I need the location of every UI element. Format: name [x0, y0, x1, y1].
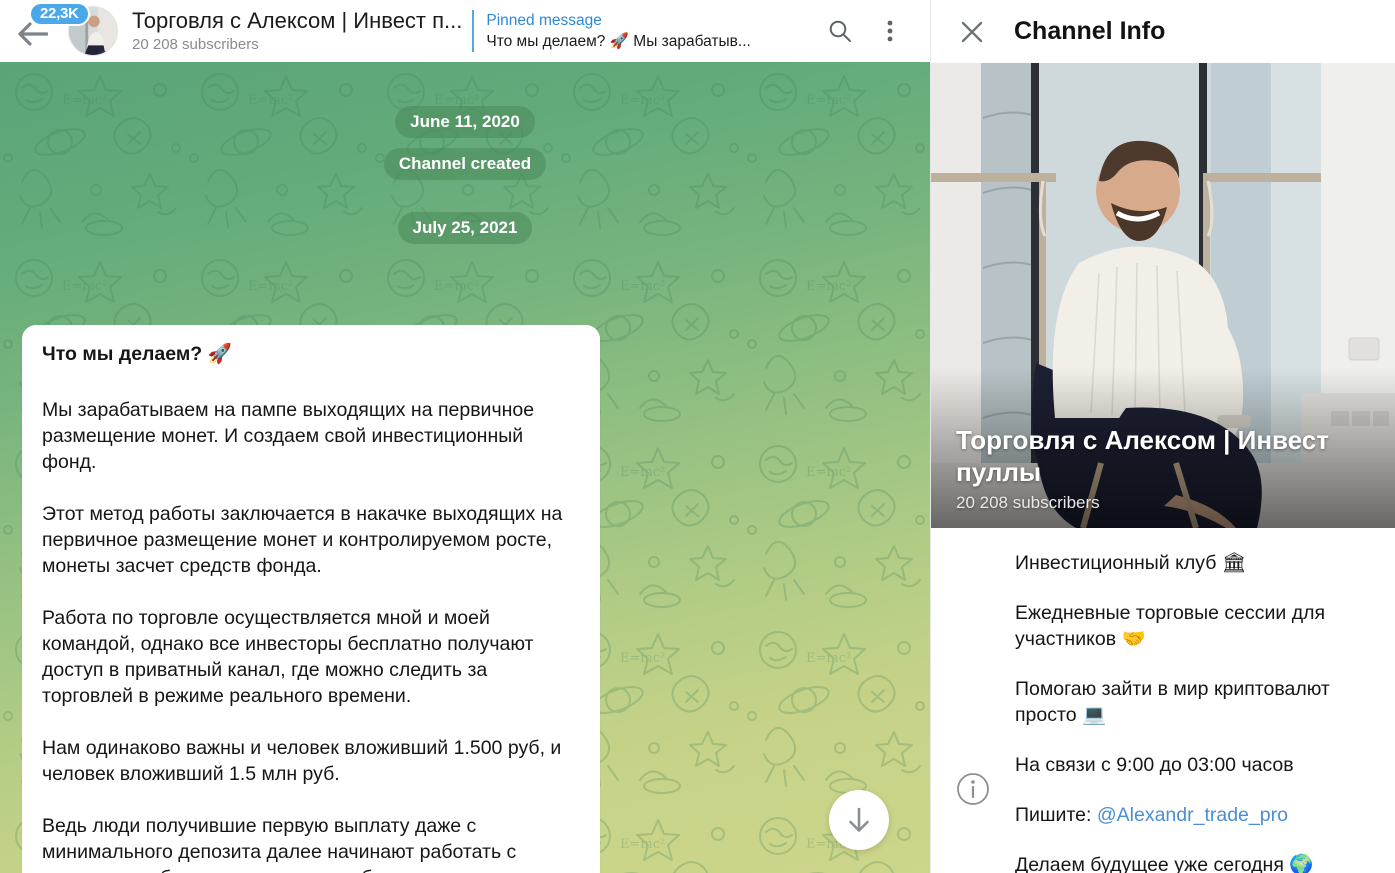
channel-description[interactable]: Инвестиционный клуб 🏛 Ежедневные торговы…: [1015, 550, 1375, 873]
cover-subscriber-count: 20 208 subscribers: [956, 493, 1100, 512]
chat-column: 22,3K Торговля с Алексом | Инвест п... 2…: [0, 0, 930, 873]
channel-cover-photo[interactable]: Торговля с Алексом | Инвест пуллы 20 208…: [931, 63, 1395, 528]
service-message-stack: June 11, 2020 Channel created July 25, 2…: [0, 106, 930, 244]
description-line: Инвестиционный клуб 🏛: [1015, 552, 1247, 574]
chat-title-block[interactable]: Торговля с Алексом | Инвест п... 20 208 …: [132, 8, 462, 55]
chat-message-area[interactable]: E=mc² June 11, 2020 Channel created July…: [0, 62, 930, 873]
message-heading: Что мы делаем? 🚀: [42, 343, 232, 365]
search-button[interactable]: [824, 15, 856, 47]
channel-about-section: Инвестиционный клуб 🏛 Ежедневные торговы…: [931, 528, 1395, 873]
page-title: Торговля с Алексом | Инвест п...: [132, 7, 463, 33]
arrow-down-icon: [849, 807, 869, 832]
cover-caption: Торговля с Алексом | Инвест пуллы 20 208…: [956, 424, 1374, 514]
description-line: Помогаю зайти в мир криптовалют просто 💻: [1015, 678, 1330, 726]
close-panel-button[interactable]: [956, 16, 988, 48]
date-pill: July 25, 2021: [397, 212, 533, 244]
description-contact-line: Пишите: @Alexandr_trade_pro: [1015, 802, 1375, 828]
channel-info-panel: Channel Info Торговля с Алексом | Инвест…: [930, 0, 1395, 873]
description-line: На связи с 9:00 до 03:00 часов: [1015, 754, 1294, 776]
message-paragraph: Мы зарабатываем на пампе выходящих на пе…: [42, 399, 535, 473]
message-paragraph: Ведь люди получившие первую выплату даже…: [42, 815, 517, 873]
search-icon: [829, 20, 851, 42]
info-circle-icon: [957, 773, 989, 805]
subscriber-count: 20 208 subscribers: [132, 35, 259, 53]
date-pill: June 11, 2020: [395, 106, 535, 138]
chat-header: 22,3K Торговля с Алексом | Инвест п... 2…: [0, 0, 930, 62]
info-panel-title: Channel Info: [1014, 17, 1166, 45]
pinned-message-preview: Что мы делаем? 🚀 Мы зарабатыв...: [486, 33, 751, 50]
back-button[interactable]: 22,3K: [14, 4, 88, 56]
telegram-window: 22,3K Торговля с Алексом | Инвест п... 2…: [0, 0, 1395, 873]
message-paragraph: Нам одинаково важны и человек вложивший …: [42, 737, 562, 785]
unread-count-badge: 22,3K: [31, 4, 88, 24]
pinned-message-label: Pinned message: [486, 12, 602, 29]
pinned-message-bar[interactable]: Pinned message Что мы делаем? 🚀 Мы зараб…: [486, 10, 801, 52]
header-actions: [824, 15, 920, 47]
message-paragraph: Этот метод работы заключается в накачке …: [42, 503, 563, 577]
cover-channel-title: Торговля с Алексом | Инвест пуллы: [956, 425, 1329, 487]
description-line: Ежедневные торговые сессии для участнико…: [1015, 602, 1326, 650]
contact-prefix: Пишите:: [1015, 804, 1097, 826]
description-line: Делаем будущее уже сегодня 🌍: [1015, 854, 1314, 873]
more-vertical-icon: [887, 20, 893, 42]
channel-created-pill: Channel created: [383, 148, 547, 180]
contact-handle-link[interactable]: @Alexandr_trade_pro: [1097, 804, 1288, 826]
more-options-button[interactable]: [874, 15, 906, 47]
back-arrow-icon: [18, 22, 48, 46]
message-bubble[interactable]: Что мы делаем? 🚀 Мы зарабатываем на памп…: [22, 325, 600, 873]
info-panel-header: Channel Info: [931, 0, 1395, 63]
message-paragraph: Работа по торговле осуществляется мной и…: [42, 607, 534, 707]
pinned-divider: [472, 10, 475, 52]
info-icon-wrap: [953, 550, 993, 873]
close-icon: [961, 21, 983, 42]
scroll-to-bottom-button[interactable]: [829, 790, 889, 850]
